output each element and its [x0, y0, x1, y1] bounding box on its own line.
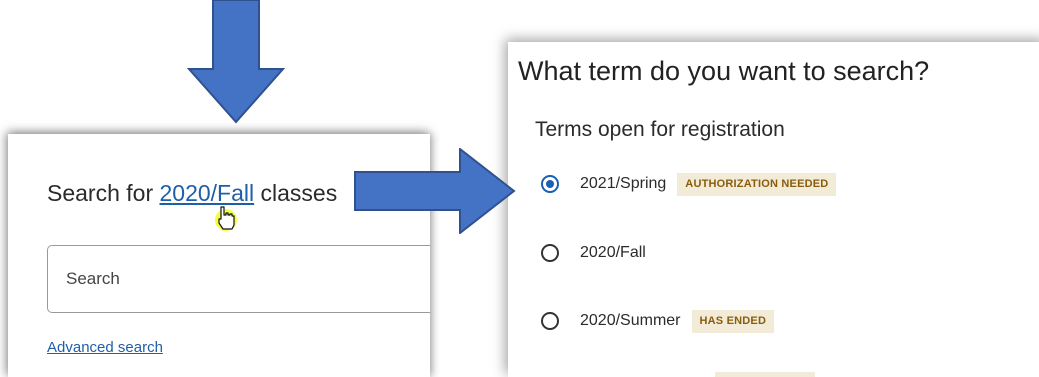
- right-arrow-annotation: [354, 148, 516, 234]
- hand-pointer-cursor-icon: [215, 206, 237, 231]
- search-heading: Search for 2020/Fall classes: [47, 180, 337, 207]
- term-option-2021-spring[interactable]: 2021/Spring AUTHORIZATION NEEDED: [541, 169, 837, 199]
- section-label: Terms open for registration: [535, 118, 785, 141]
- term-label: 2020/Summer: [580, 312, 681, 329]
- search-input[interactable]: [47, 245, 430, 313]
- radio-checked-icon[interactable]: [541, 175, 559, 193]
- term-option-2020-fall[interactable]: 2020/Fall: [541, 238, 646, 268]
- dialog-title: What term do you want to search?: [518, 56, 930, 86]
- term-label: 2020/Fall: [580, 244, 646, 261]
- status-badge: HAS ENDED: [691, 309, 775, 333]
- down-arrow-annotation: [186, 0, 286, 124]
- radio-unchecked-icon[interactable]: [541, 312, 559, 330]
- radio-unchecked-icon[interactable]: [541, 244, 559, 262]
- term-label: 2021/Spring: [580, 175, 667, 192]
- advanced-search-link[interactable]: Advanced search: [47, 339, 163, 356]
- term-option-2020-summer[interactable]: 2020/Summer HAS ENDED: [541, 306, 775, 336]
- partial-badge-cut-off: [715, 372, 815, 377]
- heading-suffix: classes: [254, 180, 338, 206]
- status-badge: AUTHORIZATION NEEDED: [677, 172, 837, 196]
- term-picker-dialog: What term do you want to search? Terms o…: [508, 42, 1039, 377]
- heading-prefix: Search for: [47, 180, 160, 206]
